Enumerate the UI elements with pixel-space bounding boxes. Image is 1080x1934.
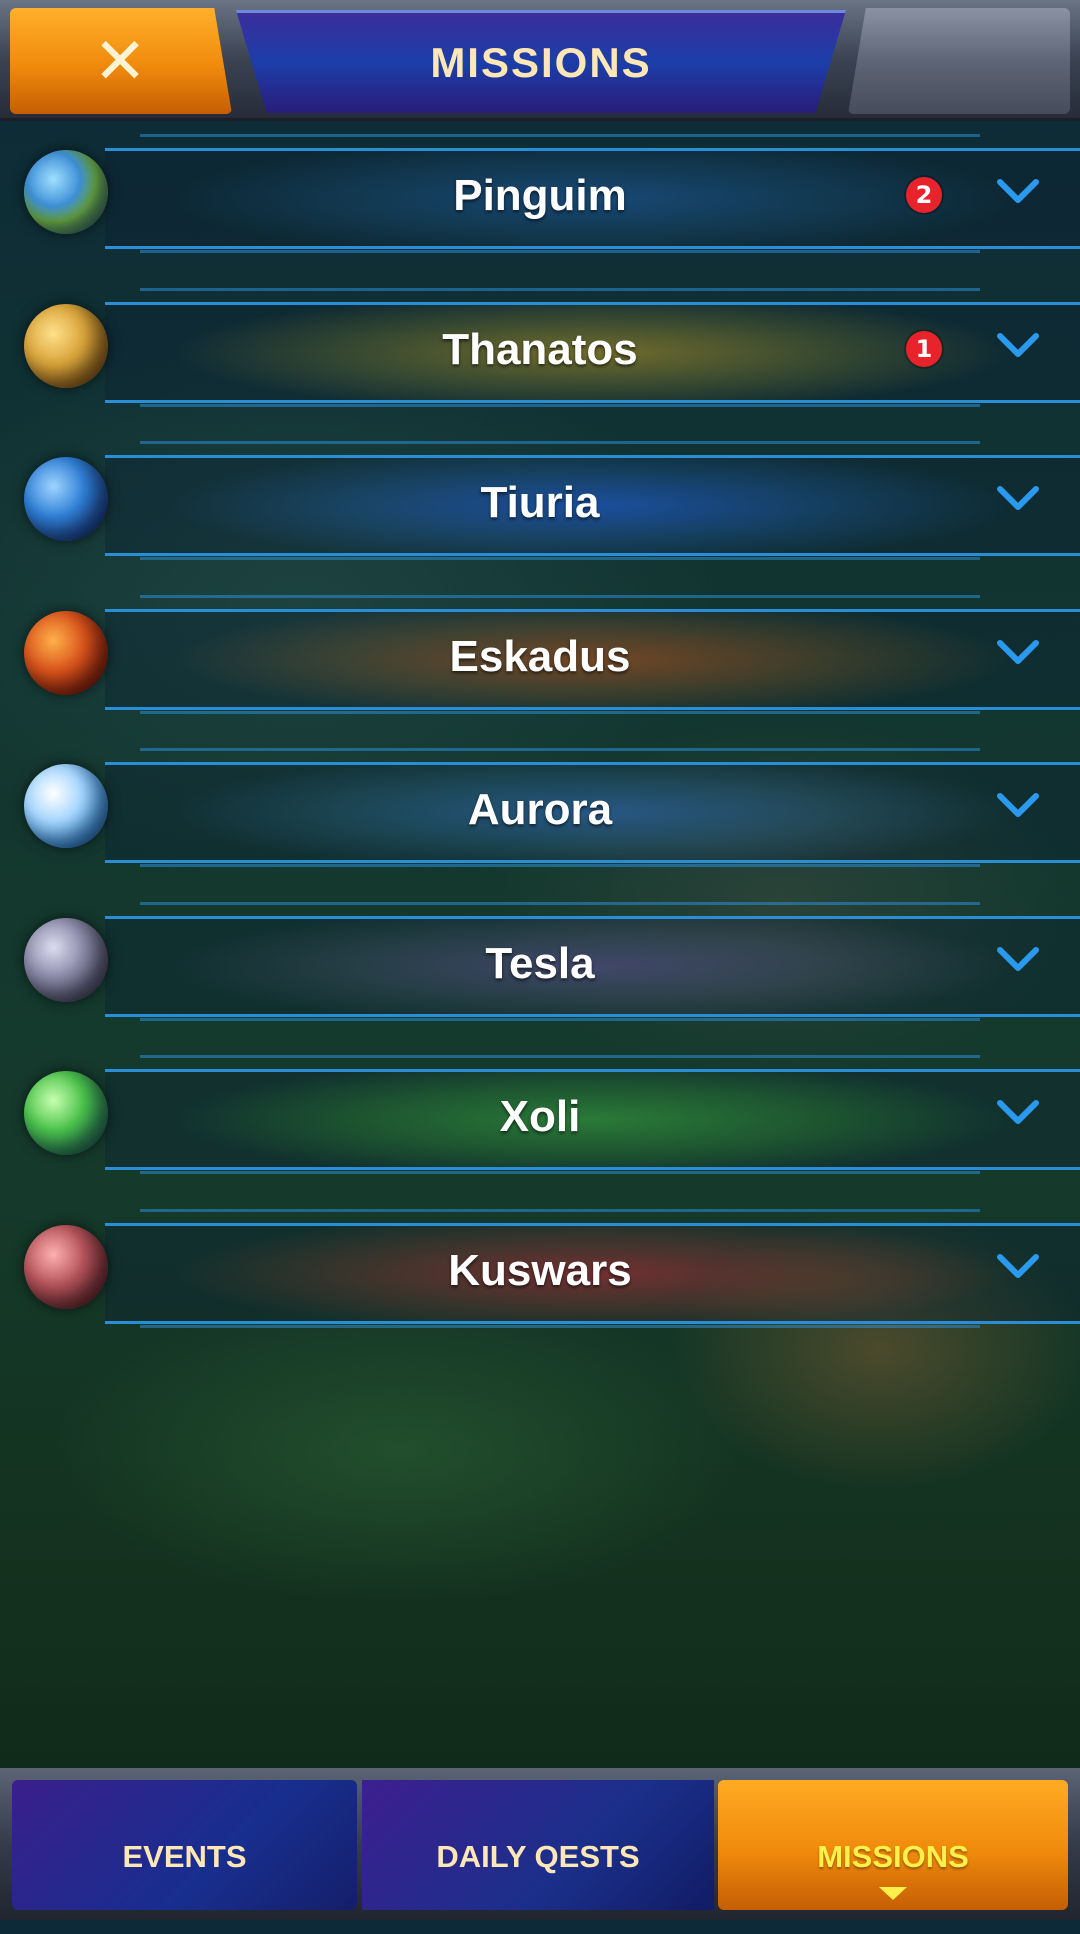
tab-events-label: EVENTS	[122, 1839, 247, 1874]
planet-name: Pinguim	[453, 171, 627, 220]
planet-thanatos-icon	[24, 303, 108, 388]
planet-row[interactable]: Xoli	[0, 1039, 1080, 1192]
row-divider	[140, 901, 980, 911]
row-divider	[140, 748, 980, 757]
planet-name: Tiuria	[480, 478, 600, 527]
row-divider	[140, 1208, 980, 1218]
row-divider	[140, 403, 980, 413]
planet-name: Kuswars	[448, 1245, 632, 1295]
planet-name: Eskadus	[449, 631, 631, 681]
planet-row[interactable]: Thanatos 1	[0, 272, 1080, 425]
planet-aurora-icon	[24, 764, 108, 848]
row-divider	[140, 287, 980, 297]
tab-daily-quests[interactable]: DAILY QESTS	[362, 1780, 714, 1910]
chevron-down-icon[interactable]	[996, 326, 1040, 366]
tab-events[interactable]: EVENTS	[12, 1780, 357, 1910]
planet-name: Aurora	[467, 785, 613, 834]
planet-row[interactable]: Tesla	[0, 886, 1080, 1039]
close-button[interactable]: ✕	[10, 8, 232, 114]
row-divider	[140, 1171, 980, 1180]
chevron-down-icon[interactable]	[996, 633, 1040, 673]
notification-badge: 2	[906, 177, 942, 213]
row-divider	[140, 134, 980, 143]
planet-kuswars-icon	[24, 1224, 108, 1309]
row-divider	[140, 710, 980, 720]
tab-daily-quests-label: DAILY QESTS	[436, 1839, 640, 1874]
planet-pinguim-icon	[24, 150, 108, 234]
row-divider	[140, 557, 980, 566]
planet-row[interactable]: Eskadus	[0, 579, 1080, 732]
row-divider	[140, 1017, 980, 1027]
planet-row[interactable]: Tiuria	[0, 425, 1080, 578]
chevron-down-icon[interactable]	[996, 172, 1040, 212]
chevron-down-icon[interactable]	[996, 1247, 1040, 1287]
planet-row[interactable]: Kuswars	[0, 1193, 1080, 1346]
planet-name: Tesla	[485, 938, 595, 988]
row-divider	[140, 1324, 980, 1334]
row-divider	[140, 594, 980, 604]
bottom-tab-bar: EVENTS DAILY QESTS MISSIONS	[0, 1768, 1080, 1920]
header-right-plate	[848, 8, 1070, 114]
planet-tesla-icon	[24, 917, 108, 1002]
planet-eskadus-icon	[24, 610, 108, 695]
row-divider	[140, 1055, 980, 1064]
chevron-down-icon[interactable]	[996, 1093, 1040, 1133]
top-bar: ✕ MISSIONS	[0, 0, 1080, 121]
planet-name: Xoli	[499, 1092, 581, 1141]
chevron-down-icon[interactable]	[996, 786, 1040, 826]
active-tab-indicator-icon	[879, 1887, 907, 1900]
chevron-down-icon[interactable]	[996, 479, 1040, 519]
planet-row[interactable]: Aurora	[0, 732, 1080, 885]
page-title: MISSIONS	[430, 39, 652, 86]
row-divider	[140, 441, 980, 450]
notification-badge: 1	[906, 330, 942, 367]
planet-xoli-icon	[24, 1071, 108, 1155]
row-divider	[140, 250, 980, 259]
row-divider	[140, 864, 980, 873]
chevron-down-icon[interactable]	[996, 940, 1040, 980]
title-plate: MISSIONS	[236, 10, 846, 113]
planet-row[interactable]: Pinguim 2	[0, 118, 1080, 271]
close-icon: ✕	[93, 25, 147, 99]
planet-name: Thanatos	[442, 324, 638, 374]
planet-tiuria-icon	[24, 457, 108, 541]
tab-missions[interactable]: MISSIONS	[718, 1780, 1068, 1910]
